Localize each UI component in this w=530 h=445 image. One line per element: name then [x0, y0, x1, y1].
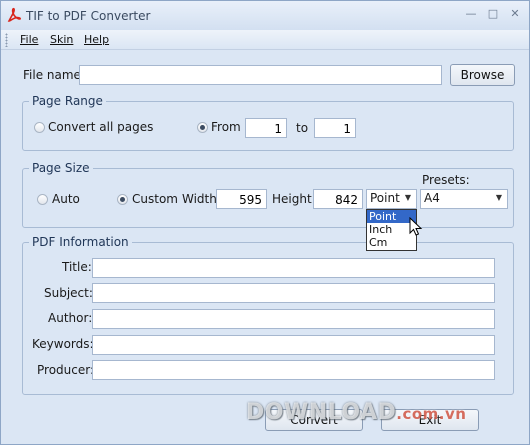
width-label: Width	[182, 192, 217, 206]
convert-all-label[interactable]: Convert all pages	[48, 120, 153, 134]
chevron-down-icon: ▼	[495, 193, 502, 202]
presets-select-value: A4	[424, 191, 440, 205]
main-window: TIF to PDF Converter — □ ✕ File Skin Hel…	[0, 0, 530, 445]
title-field[interactable]	[92, 258, 495, 278]
presets-label: Presets:	[422, 173, 470, 187]
menu-help[interactable]: Help	[84, 33, 109, 46]
title-field-label: Title:	[62, 260, 92, 274]
custom-radio[interactable]	[117, 194, 128, 205]
from-label[interactable]: From	[211, 120, 241, 134]
window-title: TIF to PDF Converter	[26, 9, 151, 23]
file-name-label: File name:	[23, 68, 85, 82]
watermark-main: DOWNLOAD	[246, 400, 397, 425]
watermark-suffix: .com.vn	[396, 405, 467, 423]
from-radio[interactable]	[197, 122, 208, 133]
menu-grip-icon	[5, 33, 8, 47]
maximize-icon[interactable]: □	[486, 8, 500, 20]
to-page-input[interactable]	[314, 118, 356, 138]
file-name-input[interactable]	[79, 65, 442, 85]
page-size-title: Page Size	[29, 161, 93, 175]
pdf-information-title: PDF Information	[29, 235, 132, 249]
keywords-field[interactable]	[92, 335, 495, 355]
width-input[interactable]	[216, 189, 267, 209]
title-bar[interactable]: TIF to PDF Converter — □ ✕	[1, 1, 529, 30]
unit-select[interactable]: Point ▼	[366, 189, 417, 209]
author-field-label: Author:	[48, 311, 93, 325]
auto-label[interactable]: Auto	[52, 192, 80, 206]
menu-bar: File Skin Help	[1, 30, 529, 50]
page-range-title: Page Range	[29, 94, 106, 108]
pdf-app-icon	[7, 7, 21, 22]
unit-select-value: Point	[370, 191, 400, 205]
menu-skin[interactable]: Skin	[50, 33, 73, 46]
convert-all-radio[interactable]	[34, 122, 45, 133]
minimize-icon[interactable]: —	[464, 8, 478, 20]
menu-file[interactable]: File	[20, 33, 38, 46]
from-page-input[interactable]	[245, 118, 287, 138]
custom-label[interactable]: Custom	[132, 192, 178, 206]
author-field[interactable]	[92, 309, 495, 329]
unit-option-cm[interactable]: Cm	[367, 236, 416, 249]
subject-field[interactable]	[92, 283, 495, 303]
auto-radio[interactable]	[37, 194, 48, 205]
height-label: Height	[272, 192, 312, 206]
mouse-cursor-icon	[409, 217, 423, 236]
chevron-down-icon: ▼	[404, 193, 411, 202]
presets-select[interactable]: A4 ▼	[420, 189, 508, 209]
height-input[interactable]	[313, 189, 363, 209]
to-label: to	[296, 121, 309, 135]
producer-field-label: Producer:	[37, 363, 95, 377]
browse-button[interactable]: Browse	[450, 64, 515, 86]
producer-field[interactable]	[92, 360, 495, 380]
keywords-field-label: Keywords:	[32, 337, 94, 351]
subject-field-label: Subject:	[44, 286, 93, 300]
close-icon[interactable]: ✕	[508, 8, 522, 20]
watermark: DOWNLOAD.com.vn	[246, 400, 466, 425]
